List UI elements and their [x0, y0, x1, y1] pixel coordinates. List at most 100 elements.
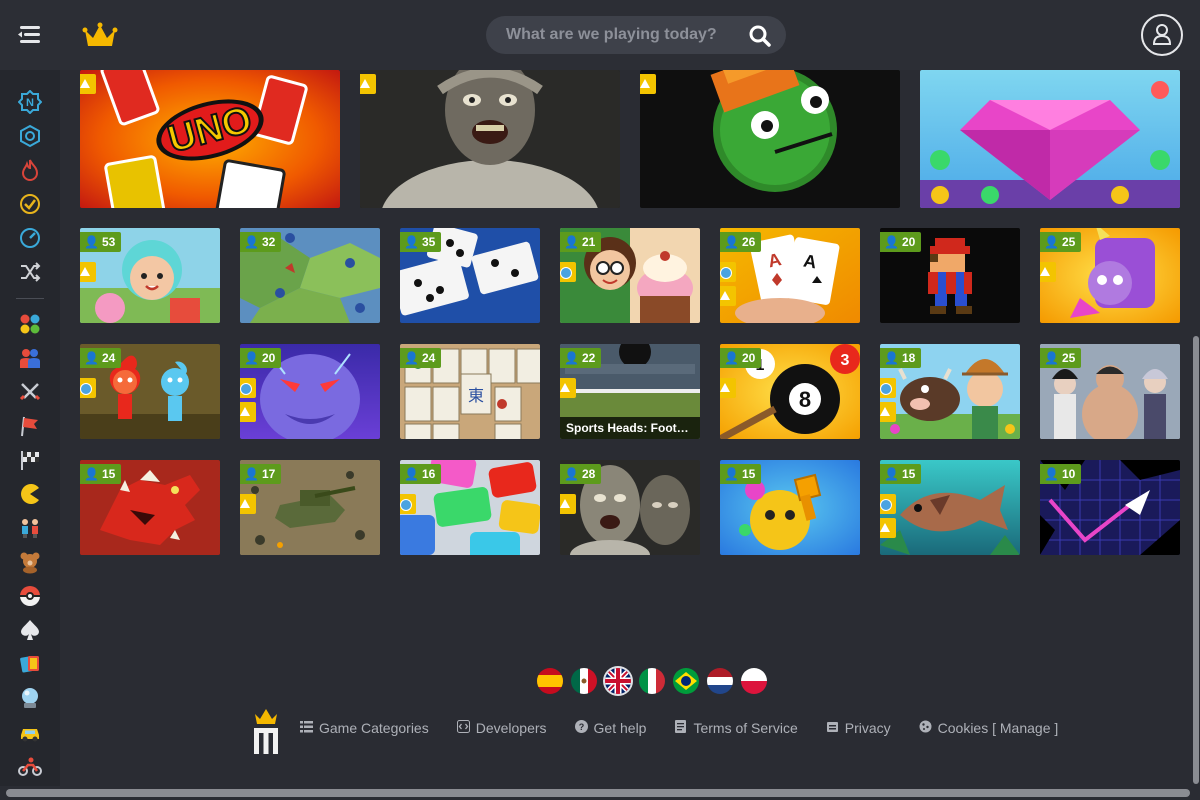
help-icon: ? — [574, 720, 588, 736]
played-check-icon[interactable] — [18, 192, 42, 216]
cards-icon[interactable] — [18, 652, 42, 676]
search-box — [486, 16, 786, 54]
new-icon[interactable]: N — [18, 90, 42, 114]
shuffle-icon[interactable] — [18, 260, 42, 284]
game-tile[interactable]: 👤 35 — [400, 228, 540, 323]
footer-link-cookies[interactable]: Cookies [ Manage ] — [919, 720, 1058, 736]
game-tile[interactable]: 東 👤 24 — [400, 344, 540, 439]
user-account-icon[interactable] — [1141, 14, 1183, 56]
language-selector — [537, 668, 767, 694]
game-tile-granny[interactable] — [360, 70, 620, 208]
player-count-badge: 👤 17 — [240, 464, 282, 484]
game-tile[interactable]: AA 👤 26 — [720, 228, 860, 323]
game-tile[interactable]: 👤 16 — [400, 460, 540, 555]
svg-text:8: 8 — [799, 387, 811, 412]
game-tile[interactable]: 👤 15 — [80, 460, 220, 555]
player-count-badge: 👤 18 — [880, 348, 922, 368]
game-tile-uno[interactable]: UNO — [80, 70, 340, 208]
game-tile[interactable]: 👤 20 — [240, 344, 380, 439]
footer-link-privacy[interactable]: Privacy — [826, 720, 891, 736]
lock-icon — [826, 720, 839, 736]
swords-icon[interactable] — [18, 380, 42, 404]
footer-link-get-help[interactable]: ? Get help — [574, 720, 646, 736]
footer-logo-icon[interactable] — [252, 706, 280, 756]
footer-link-developers[interactable]: Developers — [456, 720, 547, 736]
game-tile[interactable]: 👤 17 — [240, 460, 380, 555]
person-icon: 👤 — [564, 235, 579, 249]
updated-icon[interactable] — [18, 124, 42, 148]
player-count-badge: 👤 10 — [1040, 464, 1082, 484]
pacman-icon[interactable] — [18, 482, 42, 506]
player-count-badge: 👤 16 — [400, 464, 442, 484]
hot-badge-icon — [240, 402, 256, 422]
categories-dots-icon[interactable] — [18, 312, 42, 336]
game-tile[interactable]: 👤 24 — [80, 344, 220, 439]
car-icon[interactable] — [18, 720, 42, 744]
person-icon: 👤 — [84, 351, 99, 365]
player-count-badge: 👤 26 — [720, 232, 762, 252]
game-tile[interactable]: 👤 22 Sports Heads: Footbal... — [560, 344, 700, 439]
kids-icon[interactable] — [18, 516, 42, 540]
game-tile-pixel-melon[interactable] — [640, 70, 900, 208]
racing-flag-icon[interactable] — [18, 448, 42, 472]
player-count-badge: 👤 20 — [240, 348, 282, 368]
game-tile[interactable]: 👤 15 — [880, 460, 1020, 555]
speed-gauge-icon[interactable] — [18, 226, 42, 250]
flag-br-icon[interactable] — [673, 668, 699, 694]
crown-logo[interactable] — [82, 20, 118, 55]
top-bar — [0, 0, 1200, 70]
document-icon — [674, 720, 687, 736]
two-player-icon[interactable] — [18, 346, 42, 370]
person-icon: 👤 — [84, 467, 99, 481]
game-tile[interactable]: 👤 32 — [240, 228, 380, 323]
featured-badge-icon — [240, 378, 256, 398]
flag-pl-icon[interactable] — [741, 668, 767, 694]
player-count-badge: 👤 20 — [720, 348, 762, 368]
search-icon[interactable] — [748, 24, 772, 48]
list-icon — [300, 720, 313, 736]
person-icon: 👤 — [724, 467, 739, 481]
player-count-badge: 👤 22 — [560, 348, 602, 368]
flag-mx-icon[interactable] — [571, 668, 597, 694]
crystal-ball-icon[interactable] — [18, 686, 42, 710]
vertical-scrollbar-thumb[interactable] — [1193, 336, 1199, 784]
flag-nl-icon[interactable] — [707, 668, 733, 694]
flag-gb-icon[interactable] — [605, 668, 631, 694]
horizontal-scrollbar-thumb[interactable] — [6, 789, 1190, 797]
player-count-badge: 👤 32 — [240, 232, 282, 252]
cookie-icon — [919, 720, 932, 736]
game-tile[interactable]: 👤 20 — [880, 228, 1020, 323]
game-tile[interactable]: 👤 25 — [1040, 228, 1180, 323]
motorbike-icon[interactable] — [18, 754, 42, 778]
game-tile[interactable]: 813 👤20 — [720, 344, 860, 439]
game-tile[interactable]: 👤 25 — [1040, 344, 1180, 439]
trending-flame-icon[interactable] — [18, 158, 42, 182]
person-icon: 👤 — [84, 235, 99, 249]
hot-badge-icon — [80, 262, 96, 282]
game-tile[interactable]: 👤 53 — [80, 228, 220, 323]
game-tile[interactable]: 👤 28 — [560, 460, 700, 555]
flag-es-icon[interactable] — [537, 668, 563, 694]
person-icon: 👤 — [1044, 467, 1059, 481]
game-tile[interactable]: 👤 15 — [720, 460, 860, 555]
featured-badge-icon — [560, 262, 576, 282]
game-tile-jewels[interactable] — [920, 70, 1180, 208]
svg-text:3: 3 — [841, 352, 850, 369]
game-tile[interactable]: 👤 10 — [1040, 460, 1180, 555]
flag-it-icon[interactable] — [639, 668, 665, 694]
game-tile[interactable]: 👤 18 — [880, 344, 1020, 439]
hot-badge-icon — [720, 286, 736, 306]
featured-badge-icon — [720, 262, 736, 282]
game-tile[interactable]: 👤 21 — [560, 228, 700, 323]
flag-icon[interactable] — [18, 414, 42, 438]
search-input[interactable] — [506, 16, 736, 54]
hot-badge-icon — [640, 74, 656, 94]
person-icon: 👤 — [404, 235, 419, 249]
menu-toggle-icon[interactable] — [16, 22, 44, 48]
pokeball-icon[interactable] — [18, 584, 42, 608]
footer-link-terms-of-service[interactable]: Terms of Service — [674, 720, 798, 736]
footer-link-game-categories[interactable]: Game Categories — [300, 720, 429, 736]
player-count-badge: 👤 15 — [880, 464, 922, 484]
spade-icon[interactable] — [18, 618, 42, 642]
teddy-bear-icon[interactable] — [18, 550, 42, 574]
